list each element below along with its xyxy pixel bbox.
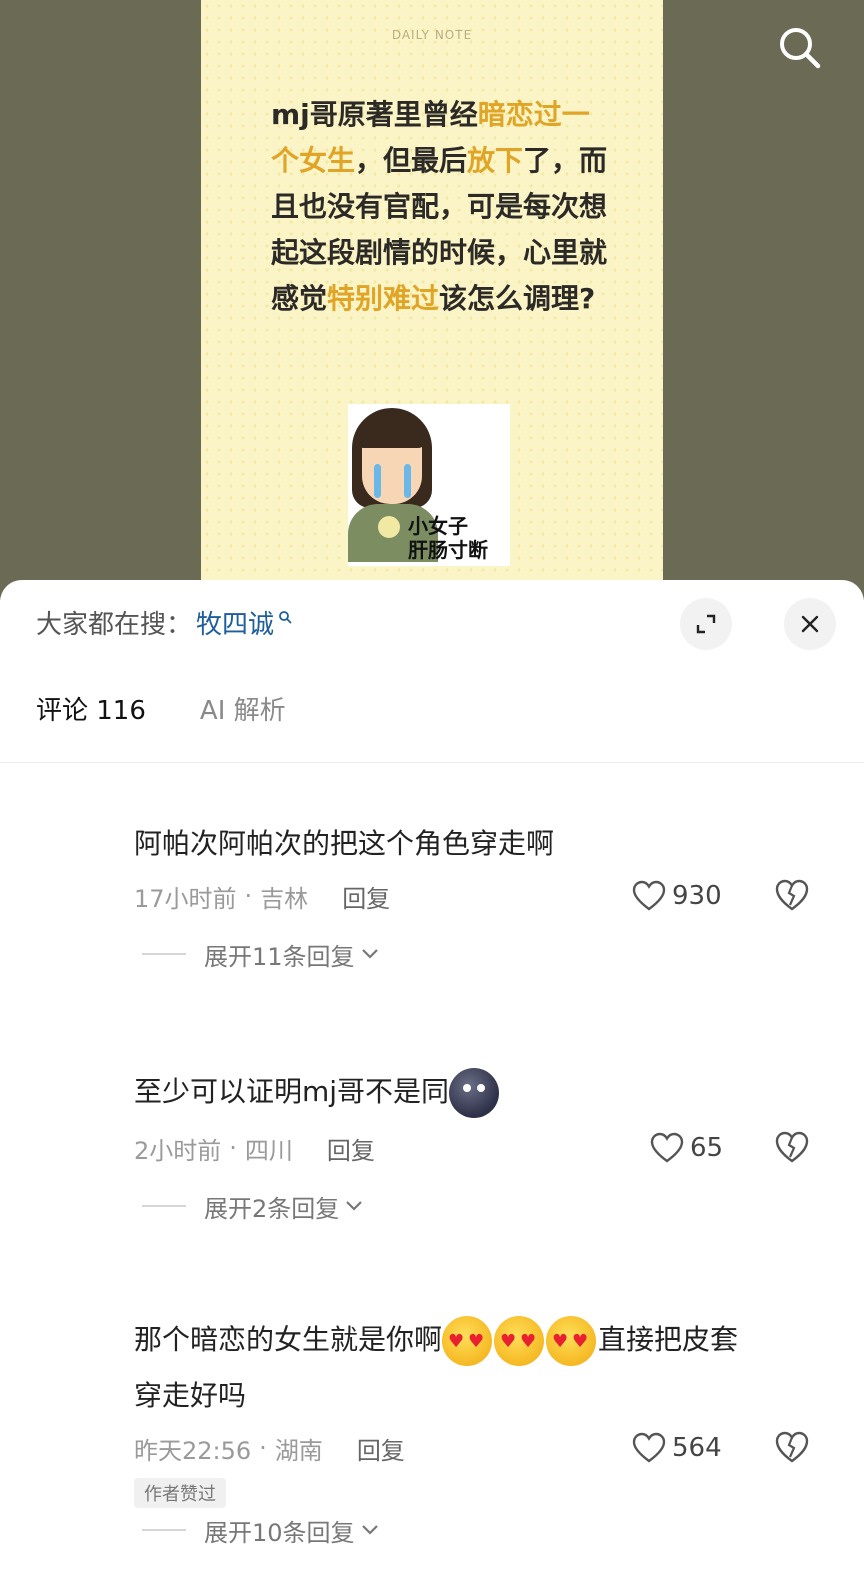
sticker-caption-line: 小女子 (408, 514, 468, 538)
comment-text-line2: 穿走好吗 (134, 1379, 247, 1412)
note-highlight-segment: 放下 (467, 144, 524, 177)
sticker-caption: 小女子 肝肠寸断 (408, 514, 508, 562)
heart-icon (632, 1432, 666, 1463)
expand-replies-label: 展开2条回复 (204, 1194, 340, 1223)
comment-time: 17小时前 (134, 884, 237, 913)
comment-time: 2小时前 (134, 1136, 222, 1165)
like-count: 564 (672, 1433, 722, 1463)
comment-location: 四川 (244, 1136, 293, 1165)
sticker-heart (378, 516, 400, 538)
dislike-button[interactable] (774, 1130, 810, 1166)
like-count: 930 (672, 881, 722, 911)
trending-search-prefix: 大家都在搜： (36, 609, 193, 640)
sticker-tear (404, 464, 411, 498)
expand-replies-label: 展开10条回复 (204, 1518, 355, 1547)
expand-line (142, 1529, 186, 1531)
broken-heart-icon (775, 879, 809, 911)
trending-search-bar: 大家都在搜： 牧四诚 (36, 602, 292, 642)
meta-separator: · (259, 1434, 267, 1462)
comment-text: 至少可以证明mj哥不是同 (134, 1068, 834, 1118)
sticker-bangs (358, 424, 424, 448)
face-blowing-kiss-emoji (494, 1316, 545, 1366)
meta-separator: · (229, 1134, 237, 1162)
search-icon[interactable] (774, 22, 826, 74)
heart-icon (632, 880, 666, 911)
like-count: 65 (690, 1133, 724, 1163)
broken-heart-icon (775, 1431, 809, 1463)
expand-replies-label: 展开11条回复 (204, 942, 355, 971)
note-question-text: mj哥原著里曾经暗恋过一个女生，但最后放下了，而且也没有官配，可是每次想起这段剧… (271, 92, 611, 322)
chevron-down-icon (361, 949, 378, 959)
expand-replies-button[interactable]: 展开2条回复 (134, 1186, 834, 1226)
comment-panel: 大家都在搜： 牧四诚 评论 116 AI 解析 阿帕次阿帕次的把这个角色穿走啊 … (0, 580, 864, 1593)
like-button[interactable]: 564 (632, 1428, 722, 1468)
tab-comments[interactable]: 评论 116 (36, 690, 146, 727)
comment-item: 至少可以证明mj哥不是同 2小时前 · 四川 回复 65 展开2条回复 (134, 1068, 834, 1226)
expand-line (142, 1205, 186, 1207)
expand-fullscreen-button[interactable] (680, 598, 732, 650)
comment-item: 阿帕次阿帕次的把这个角色穿走啊 17小时前 · 吉林 回复 930 展开11条回… (134, 822, 834, 974)
new-moon-face-emoji (449, 1068, 500, 1118)
close-button[interactable] (784, 598, 836, 650)
crying-girl-sticker: 小女子 肝肠寸断 (348, 404, 510, 566)
note-text-segment: mj哥原著里曾经 (271, 98, 478, 131)
sticker-caption-line: 肝肠寸断 (408, 538, 488, 562)
comment-text-part: 至少可以证明mj哥不是同 (134, 1075, 450, 1108)
note-header: DAILY NOTE (391, 28, 473, 42)
like-button[interactable]: 930 (632, 876, 722, 916)
sticker-tear (374, 464, 381, 498)
expand-replies-button[interactable]: 展开11条回复 (134, 934, 834, 974)
reply-button[interactable]: 回复 (327, 1131, 375, 1166)
face-blowing-kiss-emoji (442, 1316, 493, 1366)
reply-button[interactable]: 回复 (357, 1431, 405, 1466)
comment-meta: 昨天22:56 · 湖南 回复 564 (134, 1428, 834, 1468)
like-button[interactable]: 65 (650, 1128, 723, 1168)
comment-time: 昨天22:56 (134, 1436, 252, 1465)
trending-search-keyword[interactable]: 牧四诚 (196, 604, 274, 641)
chevron-down-icon (346, 1201, 363, 1211)
search-icon (278, 601, 292, 631)
comment-location: 湖南 (274, 1436, 323, 1465)
note-highlight-segment: 特别难过 (327, 282, 440, 315)
expand-line (142, 953, 186, 955)
note-text-segment: ，但最后 (355, 144, 468, 177)
comment-tabs: 评论 116 AI 解析 (36, 690, 340, 727)
broken-heart-icon (775, 1131, 809, 1163)
comment-item: 那个暗恋的女生就是你啊 直接把皮套 穿走好吗 昨天22:56 · 湖南 回复 56… (134, 1316, 834, 1550)
comment-text: 阿帕次阿帕次的把这个角色穿走啊 (134, 827, 555, 860)
expand-replies-button[interactable]: 展开10条回复 (134, 1510, 834, 1550)
meta-separator: · (244, 882, 253, 910)
comment-text-part: 直接把皮套 (598, 1323, 739, 1356)
comment-text: 那个暗恋的女生就是你啊 直接把皮套 (134, 1316, 834, 1366)
heart-icon (650, 1132, 684, 1163)
screen: DAILY NOTE mj哥原著里曾经暗恋过一个女生，但最后放下了，而且也没有官… (0, 0, 864, 1593)
reply-button[interactable]: 回复 (342, 879, 390, 914)
note-text-segment: 该怎么调理? (439, 282, 596, 315)
dislike-button[interactable] (774, 1430, 810, 1466)
expand-icon (696, 614, 716, 634)
author-liked-badge: 作者赞过 (134, 1478, 226, 1508)
tab-divider (0, 762, 864, 763)
note-image[interactable]: DAILY NOTE mj哥原著里曾经暗恋过一个女生，但最后放下了，而且也没有官… (201, 0, 663, 600)
face-blowing-kiss-emoji (546, 1316, 597, 1366)
comment-text-part: 那个暗恋的女生就是你啊 (134, 1323, 443, 1356)
chevron-down-icon (361, 1525, 378, 1535)
comment-meta: 2小时前 · 四川 回复 65 (134, 1128, 834, 1168)
dislike-button[interactable] (774, 878, 810, 914)
close-icon (801, 615, 819, 633)
comment-location: 吉林 (260, 884, 309, 913)
tab-ai-analysis[interactable]: AI 解析 (200, 690, 286, 727)
comment-meta: 17小时前 · 吉林 回复 930 (134, 876, 834, 916)
